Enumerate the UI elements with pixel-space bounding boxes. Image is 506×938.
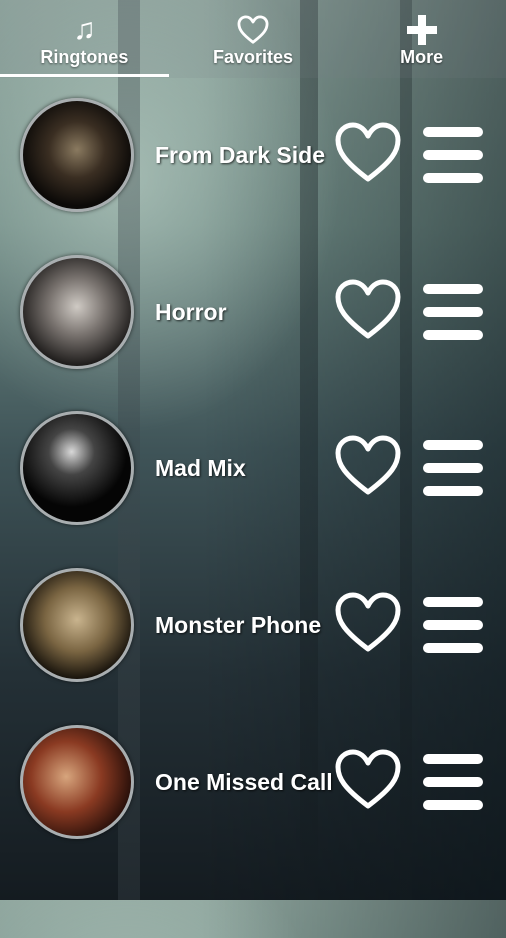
menu-icon[interactable] bbox=[423, 127, 483, 183]
tab-ringtones[interactable]: ♫ Ringtones bbox=[0, 0, 169, 78]
plus-icon bbox=[406, 13, 437, 47]
favorite-heart-icon[interactable] bbox=[334, 121, 402, 185]
ringtone-thumbnail[interactable] bbox=[20, 725, 134, 839]
ringtone-thumbnail[interactable] bbox=[20, 568, 134, 682]
tab-label: Favorites bbox=[212, 47, 294, 67]
favorite-heart-icon[interactable] bbox=[334, 434, 402, 498]
tab-more[interactable]: More bbox=[337, 0, 506, 78]
favorite-heart-icon[interactable] bbox=[334, 748, 402, 812]
tab-bar: ♫ Ringtones Favorites More bbox=[0, 0, 506, 78]
menu-icon[interactable] bbox=[423, 754, 483, 810]
heart-outline-icon bbox=[237, 13, 269, 47]
tab-favorites[interactable]: Favorites bbox=[169, 0, 338, 78]
ringtone-thumbnail[interactable] bbox=[20, 255, 134, 369]
favorite-heart-icon[interactable] bbox=[334, 591, 402, 655]
ringtone-title[interactable]: Monster Phone bbox=[155, 610, 335, 640]
ringtone-row[interactable]: One Missed Call bbox=[0, 725, 506, 938]
tab-label: Ringtones bbox=[40, 47, 129, 67]
favorite-heart-icon[interactable] bbox=[334, 278, 402, 342]
tab-label: More bbox=[400, 47, 444, 67]
ringtone-thumbnail[interactable] bbox=[20, 411, 134, 525]
menu-icon[interactable] bbox=[423, 284, 483, 340]
music-note-icon: ♫ bbox=[73, 13, 96, 46]
ringtone-thumbnail[interactable] bbox=[20, 98, 134, 212]
ringtone-title[interactable]: From Dark Side bbox=[155, 140, 335, 170]
ringtone-title[interactable]: Mad Mix bbox=[155, 453, 335, 483]
menu-icon[interactable] bbox=[423, 440, 483, 496]
ringtone-title[interactable]: Horror bbox=[155, 297, 335, 327]
ringtone-title[interactable]: One Missed Call bbox=[155, 767, 335, 797]
menu-icon[interactable] bbox=[423, 597, 483, 653]
